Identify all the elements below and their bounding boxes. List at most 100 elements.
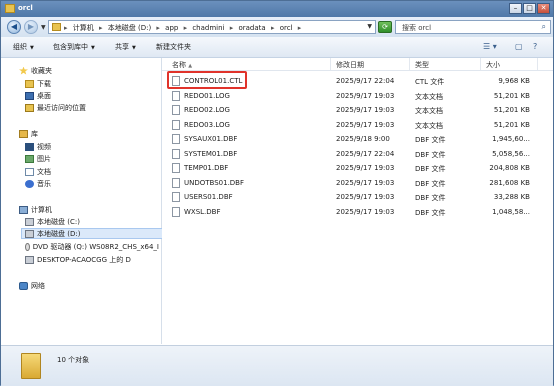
file-row[interactable]: SYSTEM01.DBF 2025/9/17 22:04 DBF 文件 5,058,5… [162, 147, 553, 161]
file-date: 2025/9/17 19:03 [336, 106, 395, 114]
file-row[interactable]: UNDOTBS01.DBF 2025/9/17 19:03 DBF 文件 281,60… [162, 176, 553, 190]
file-date: 2025/9/17 22:04 [336, 77, 395, 85]
file-row[interactable]: REDO01.LOG 2025/9/17 19:03 文本文档 51,201 KB [162, 89, 553, 103]
breadcrumb: ▸ 计算机 ▸ 本地磁盘 (D:) ▸ app ▸ chadmini ▸ ora… [64, 24, 302, 32]
file-date: 2025/9/17 19:03 [336, 178, 395, 187]
file-list: 名称 ▲ 修改日期 类型 大小 CONTROL01.CTL 2025/9/17 2… [162, 58, 553, 344]
column-type[interactable]: 类型 [415, 60, 429, 70]
forward-button[interactable]: ▶ [24, 20, 38, 34]
search-icon: ⌕ [541, 22, 546, 31]
history-dropdown-icon[interactable]: ▼ [41, 24, 46, 31]
file-row[interactable]: SYSAUX01.DBF 2025/9/18 9:00 DBF 文件 1,945,60… [162, 132, 553, 146]
file-type: CTL 文件 [415, 78, 445, 86]
folder-icon [21, 353, 41, 379]
nav-favorites[interactable]: 收藏夹 [19, 65, 52, 76]
title-bar[interactable]: orcl – □ ✕ [1, 1, 553, 17]
file-name: SYSTEM01.DBF [184, 149, 238, 158]
file-size: 204,808 KB [489, 164, 530, 172]
file-row[interactable]: WXSL.DBF 2025/9/17 19:03 DBF 文件 1,048,58... [162, 205, 553, 219]
address-input[interactable]: ▸ 计算机 ▸ 本地磁盘 (D:) ▸ app ▸ chadmini ▸ ora… [48, 20, 376, 34]
explorer-window: orcl – □ ✕ ◀ ▶ ▼ ▸ 计算机 ▸ 本地磁盘 (D:) ▸ app… [0, 0, 554, 386]
column-name[interactable]: 名称 ▲ [172, 60, 192, 70]
column-divider[interactable] [480, 58, 481, 70]
nav-videos[interactable]: 视频 [25, 141, 51, 152]
nav-network[interactable]: 网络 [19, 280, 45, 291]
crumb-drive-d[interactable]: 本地磁盘 (D:) [108, 24, 151, 32]
file-row[interactable]: REDO02.LOG 2025/9/17 19:03 文本文档 51,201 KB [162, 103, 553, 117]
nav-desktop-network-drive[interactable]: DESKTOP-ACAOCGG 上的 D [25, 254, 131, 265]
address-bar: ◀ ▶ ▼ ▸ 计算机 ▸ 本地磁盘 (D:) ▸ app ▸ chadmini… [1, 17, 553, 37]
minimize-button[interactable]: – [509, 3, 522, 14]
organize-button[interactable]: 组织 ▼ [13, 42, 34, 52]
nav-drive-d[interactable]: 本地磁盘 (D:) [21, 228, 163, 239]
column-divider[interactable] [537, 58, 538, 70]
document-library-icon [25, 167, 34, 176]
nav-libraries[interactable]: 库 [19, 128, 38, 139]
file-name: REDO01.LOG [184, 91, 230, 100]
file-size: 281,608 KB [489, 178, 530, 187]
crumb-app[interactable]: app [165, 24, 178, 32]
crumb-oradata[interactable]: oradata [238, 24, 265, 32]
highlight-box [167, 71, 247, 89]
crumb-orcl[interactable]: orcl [280, 24, 293, 32]
network-drive-icon [25, 255, 34, 264]
search-placeholder: 搜索 orcl [402, 24, 432, 32]
file-date: 2025/9/17 19:03 [336, 164, 395, 172]
refresh-button[interactable]: ⟳ [378, 21, 392, 33]
column-divider[interactable] [330, 58, 331, 70]
recent-places-icon [25, 103, 34, 112]
file-size: 51,201 KB [493, 91, 530, 100]
command-bar: 组织 ▼ 包含到库中 ▼ 共享 ▼ 新建文件夹 ☰ ▾ ▢ ? [1, 37, 553, 58]
column-size[interactable]: 大小 [486, 60, 500, 70]
file-row[interactable]: REDO03.LOG 2025/9/17 19:03 文本文档 51,201 KB [162, 118, 553, 132]
nav-computer[interactable]: 计算机 [19, 204, 52, 215]
crumb-computer[interactable]: 计算机 [73, 24, 94, 32]
file-size: 5,058,56... [492, 149, 530, 158]
file-type: DBF 文件 [415, 136, 446, 144]
column-divider[interactable] [409, 58, 410, 70]
computer-icon [19, 205, 28, 214]
include-in-library-button[interactable]: 包含到库中 ▼ [53, 42, 95, 52]
file-icon [172, 206, 180, 217]
crumb-chadmini[interactable]: chadmini [192, 24, 224, 32]
file-icon [172, 177, 180, 188]
close-button[interactable]: ✕ [537, 3, 550, 14]
nav-desktop[interactable]: 桌面 [25, 90, 51, 101]
file-icon [172, 148, 180, 159]
address-dropdown-icon[interactable]: ▼ [367, 23, 372, 30]
nav-drive-c[interactable]: 本地磁盘 (C:) [25, 216, 80, 227]
column-date[interactable]: 修改日期 [336, 60, 364, 70]
nav-pictures[interactable]: 图片 [25, 153, 51, 164]
preview-pane-icon[interactable]: ▢ [515, 42, 523, 51]
view-options-icon[interactable]: ☰ ▾ [483, 42, 497, 51]
file-row[interactable]: TEMP01.DBF 2025/9/17 19:03 DBF 文件 204,808 K… [162, 161, 553, 175]
file-type: 文本文档 [415, 107, 443, 115]
maximize-button[interactable]: □ [523, 3, 536, 14]
file-date: 2025/9/17 19:03 [336, 193, 395, 201]
nav-recent-places[interactable]: 最近访问的位置 [25, 102, 86, 113]
dvd-icon [25, 242, 30, 251]
file-size: 51,201 KB [493, 106, 530, 114]
star-icon [19, 66, 28, 75]
file-row[interactable]: USERS01.DBF 2025/9/17 19:03 DBF 文件 33,288 K… [162, 190, 553, 204]
file-type: DBF 文件 [415, 208, 446, 217]
new-folder-button[interactable]: 新建文件夹 [156, 42, 191, 52]
file-date: 2025/9/17 22:04 [336, 149, 395, 158]
back-button[interactable]: ◀ [7, 20, 21, 34]
file-size: 1,945,60... [492, 135, 530, 143]
file-type: 文本文档 [415, 121, 443, 130]
video-library-icon [25, 142, 34, 151]
file-type: DBF 文件 [415, 165, 446, 173]
file-icon [172, 134, 180, 144]
details-pane: 10 个对象 [1, 345, 553, 386]
search-input[interactable]: 搜索 orcl ⌕ [395, 20, 551, 34]
nav-downloads[interactable]: 下载 [25, 78, 51, 89]
column-header: 名称 ▲ 修改日期 类型 大小 [162, 58, 553, 71]
file-icon [172, 163, 180, 173]
share-button[interactable]: 共享 ▼ [115, 42, 136, 52]
nav-documents[interactable]: 文档 [25, 166, 51, 177]
help-icon[interactable]: ? [533, 42, 537, 51]
picture-library-icon [25, 154, 34, 163]
nav-music[interactable]: 音乐 [25, 178, 51, 189]
nav-dvd-drive[interactable]: DVD 驱动器 (Q:) WS08R2_CHS_x64_I [25, 241, 159, 252]
